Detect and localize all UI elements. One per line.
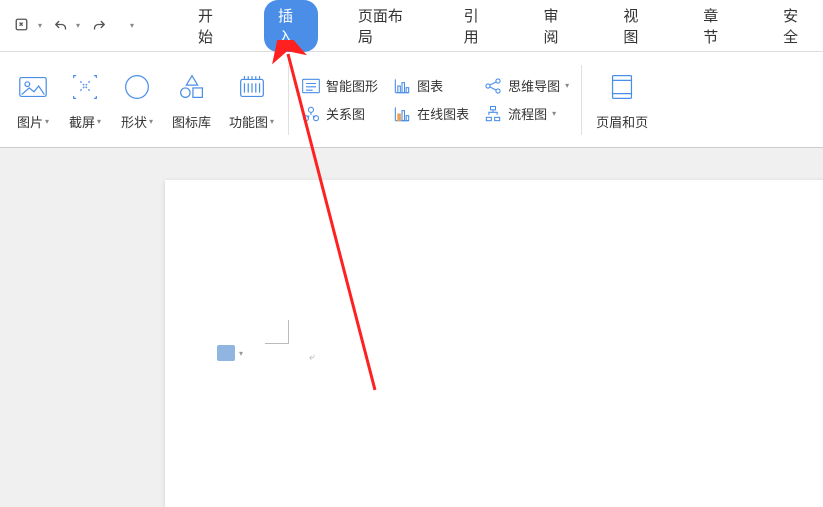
smartart-label: 智能图形: [326, 76, 378, 95]
caret-icon: ▾: [76, 21, 80, 30]
relation-button[interactable]: 关系图: [301, 104, 378, 124]
relation-icon: [301, 104, 321, 124]
smartart-icon: [301, 76, 321, 96]
mindmap-button[interactable]: 思维导图 ▾: [483, 76, 569, 96]
funcchart-label: 功能图: [229, 112, 268, 131]
caret-icon: ▾: [130, 21, 134, 30]
chevron-down-icon: ▾: [97, 117, 101, 126]
search-icon[interactable]: [10, 13, 36, 39]
section-badge-icon: [217, 345, 235, 361]
chevron-down-icon: ▾: [45, 117, 49, 126]
mindmap-label: 思维导图: [508, 76, 560, 95]
flowchart-button[interactable]: 流程图 ▾: [483, 104, 569, 124]
chevron-down-icon: ▾: [239, 349, 243, 358]
headerfooter-label: 页眉和页: [596, 112, 648, 131]
screenshot-button[interactable]: 截屏▾: [60, 68, 110, 131]
picture-label: 图片: [17, 112, 43, 131]
funcchart-button[interactable]: 功能图▾: [221, 68, 282, 131]
tab-security[interactable]: 安全: [769, 0, 823, 52]
tab-page-layout[interactable]: 页面布局: [344, 0, 424, 52]
undo-icon[interactable]: [48, 13, 74, 39]
flowchart-icon: [483, 104, 503, 124]
redo-icon[interactable]: [86, 13, 112, 39]
separator: [288, 65, 289, 135]
iconlib-button[interactable]: 图标库: [164, 68, 219, 131]
chevron-down-icon: ▾: [565, 81, 569, 90]
iconlib-label: 图标库: [172, 112, 211, 131]
onlinechart-icon: [392, 104, 412, 124]
tab-insert[interactable]: 插入: [264, 0, 318, 52]
chevron-down-icon: ▾: [270, 117, 274, 126]
smartart-button[interactable]: 智能图形: [301, 76, 378, 96]
picture-icon: [16, 68, 50, 106]
headerfooter-button[interactable]: 页眉和页: [588, 68, 656, 131]
shapes-icon: [120, 68, 154, 106]
mindmap-icon: [483, 76, 503, 96]
paragraph-mark: ⤶: [309, 352, 315, 363]
tab-review[interactable]: 审阅: [529, 0, 583, 52]
section-marker[interactable]: ▾: [217, 345, 243, 361]
separator: [581, 65, 582, 135]
onlinechart-label: 在线图表: [417, 104, 469, 123]
onlinechart-button[interactable]: 在线图表: [392, 104, 469, 124]
funcchart-icon: [235, 68, 269, 106]
flowchart-label: 流程图: [508, 104, 547, 123]
document-page[interactable]: ▾ ⤶: [165, 180, 823, 507]
relation-label: 关系图: [326, 104, 365, 123]
tab-reference[interactable]: 引用: [450, 0, 504, 52]
shapes-label: 形状: [121, 112, 147, 131]
chart-label: 图表: [417, 76, 443, 95]
shapes-button[interactable]: 形状▾: [112, 68, 162, 131]
iconlib-icon: [175, 68, 209, 106]
tab-start[interactable]: 开始: [184, 0, 238, 52]
chart-button[interactable]: 图表: [392, 76, 469, 96]
tab-view[interactable]: 视图: [609, 0, 663, 52]
tab-section[interactable]: 章节: [689, 0, 743, 52]
picture-button[interactable]: 图片▾: [8, 68, 58, 131]
screenshot-icon: [68, 68, 102, 106]
caret-icon: ▾: [38, 21, 42, 30]
chart-icon: [392, 76, 412, 96]
headerfooter-icon: [605, 68, 639, 106]
chevron-down-icon: ▾: [552, 109, 556, 118]
screenshot-label: 截屏: [69, 112, 95, 131]
margin-corner: [265, 320, 289, 344]
chevron-down-icon: ▾: [149, 117, 153, 126]
